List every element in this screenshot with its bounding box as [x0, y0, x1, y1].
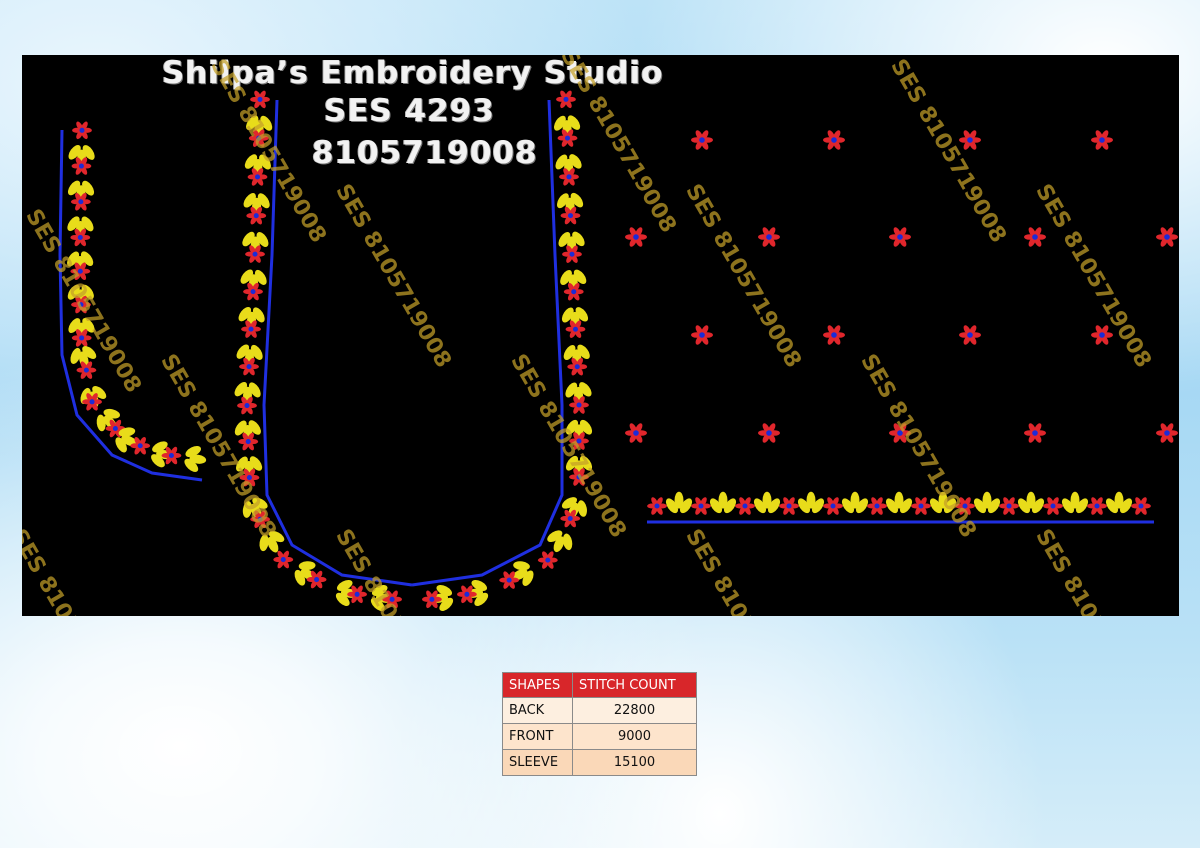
flower-motif: [758, 423, 780, 443]
table-row: FRONT 9000: [502, 723, 697, 750]
leaf-motif: [1105, 491, 1133, 514]
leaf-motif: [1017, 491, 1045, 514]
shape-cell: BACK: [502, 697, 573, 724]
leaf-motif: [973, 491, 1001, 514]
flower-motif: [422, 590, 442, 609]
table-row: SLEEVE 15100: [502, 749, 697, 776]
flower-motif: [1156, 227, 1178, 247]
flower-motif: [647, 497, 667, 515]
shape-cell: SLEEVE: [502, 749, 573, 776]
flower-motif: [273, 550, 294, 569]
flower-motif: [999, 497, 1019, 515]
flower-motif: [691, 130, 713, 150]
flower-motif: [1024, 423, 1046, 443]
flower-motif: [691, 497, 711, 515]
flower-motif: [1091, 130, 1113, 150]
embroidery-design-panel: Shilpa’s Embroidery Studio SES 4293 8105…: [22, 55, 1179, 616]
flower-motif: [959, 325, 981, 345]
flower-motif: [959, 130, 981, 150]
leaf-motif: [753, 491, 781, 514]
stitch-count-table: SHAPES STITCH COUNT BACK 22800 FRONT 900…: [502, 672, 697, 776]
leaf-motif: [1061, 491, 1089, 514]
leaf-motif: [665, 491, 693, 514]
leaf-motif: [709, 491, 737, 514]
count-cell: 9000: [572, 723, 697, 750]
flower-motif: [735, 497, 755, 515]
flower-motif: [625, 227, 647, 247]
leaf-motif: [797, 491, 825, 514]
flower-motif: [1087, 497, 1107, 515]
flower-motif: [72, 121, 92, 140]
leaf-motif: [841, 491, 869, 514]
flower-motif: [823, 130, 845, 150]
leaf-motif: [885, 491, 913, 514]
flower-motif: [911, 497, 931, 515]
embroidery-artwork: [58, 90, 1178, 611]
flower-motif: [556, 90, 576, 109]
stitch-count-header: STITCH COUNT: [572, 672, 697, 698]
design-code: SES 4293: [324, 93, 495, 129]
flower-motif: [823, 497, 843, 515]
count-cell: 22800: [572, 697, 697, 724]
table-header-row: SHAPES STITCH COUNT: [502, 672, 697, 698]
flower-motif: [823, 325, 845, 345]
flower-motif: [625, 423, 647, 443]
table-row: BACK 22800: [502, 697, 697, 724]
count-cell: 15100: [572, 749, 697, 776]
flower-motif: [1156, 423, 1178, 443]
flower-motif: [1043, 497, 1063, 515]
flower-motif: [457, 585, 477, 604]
flower-motif: [758, 227, 780, 247]
flower-motif: [691, 325, 713, 345]
studio-phone: 8105719008: [312, 135, 538, 171]
flower-motif: [1024, 227, 1046, 247]
flower-motif: [889, 227, 911, 247]
flower-motif: [779, 497, 799, 515]
flower-motif: [1131, 497, 1151, 515]
flower-motif: [867, 497, 887, 515]
flower-motif: [537, 551, 558, 569]
shape-cell: FRONT: [502, 723, 573, 750]
shapes-header: SHAPES: [502, 672, 573, 698]
